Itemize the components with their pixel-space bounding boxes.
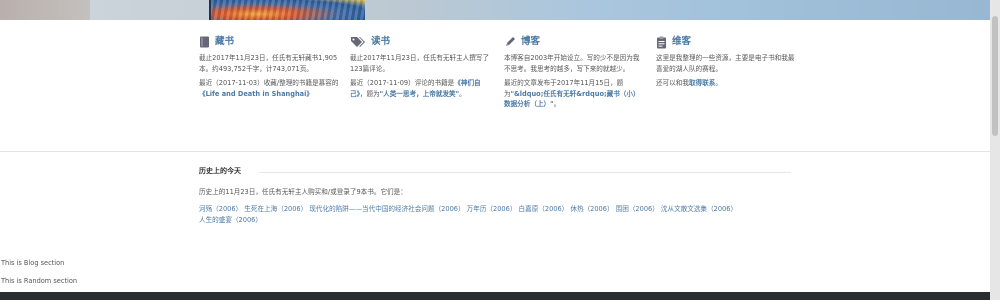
book-icon [200, 36, 209, 48]
collection-recent-book-link[interactable]: 《Life and Death in Shanghai》 [199, 90, 313, 98]
contact-link[interactable]: 取得联系 [689, 79, 715, 87]
blog-column: 博客 本博客自2003年开始设立。写的少不是因为我不思考。我思考的越多，写下来的… [504, 34, 644, 114]
collection-summary: 截止2017年11月23日，任氏有无轩藏书1,905本。约493,752千字，计… [199, 54, 338, 73]
page-footer [0, 292, 990, 300]
scrollbar-thumb[interactable] [992, 16, 998, 136]
on-this-day-description: 历史上的11月23日，任氏有无轩主人购买和/或登录了9本书。它们是： [199, 188, 407, 196]
wiki-heading: 维客 [656, 34, 796, 50]
on-this-day-title: 历史上的今天 [199, 166, 799, 178]
book-link[interactable]: 万年历（2006） [467, 205, 517, 213]
banner-left-image [0, 0, 90, 20]
section-divider [0, 151, 990, 152]
book-link[interactable]: 生死在上海（2006） [244, 205, 307, 213]
blog-summary: 本博客自2003年开始设立。写的少不是因为我不思考。我思考的越多，写下来的就越少… [504, 54, 640, 73]
reading-recent-review-link[interactable]: "人类一思考，上帝就发笑" [380, 90, 459, 98]
vertical-scrollbar[interactable] [990, 0, 1000, 300]
reading-summary: 截止2017年11月23日，任氏有无轩主人撰写了123篇评论。 [350, 54, 490, 73]
blog-heading: 博客 [504, 34, 644, 50]
title-rule [259, 172, 791, 173]
on-this-day-book-list: 河殇（2006） 生死在上海（2006） 现代化的陷阱——当代中国的经济社会问题… [199, 204, 799, 226]
reading-column: 读书 截止2017年11月23日，任氏有无轩主人撰写了123篇评论。 最近（20… [350, 34, 490, 103]
random-section-text: This is Random section [1, 277, 78, 285]
book-link[interactable]: 现代化的陷阱——当代中国的经济社会问题（2006） [309, 205, 464, 213]
reading-link[interactable]: 读书 [371, 36, 390, 48]
reading-recent: 最近（2017-11-09）评论的书籍是《神们自己》，题为"人类一思考，上帝就发… [350, 79, 481, 98]
collection-heading: 藏书 [199, 34, 339, 50]
blog-recent-post-link[interactable]: "&ldquo;任氏有无轩&rdquo;藏书（小）数据分析（上）" [504, 90, 640, 109]
wiki-column: 维客 这里是我整理的一些资源，主要是电子书和我最喜爱的湖人队的赛程。 还可以和我… [656, 34, 796, 93]
book-link[interactable]: 围困（2006） [616, 205, 659, 213]
collection-recent: 最近（2017-11-03）收藏/整理的书籍是慕容的《Life and Deat… [199, 79, 339, 98]
collection-column: 藏书 截止2017年11月23日，任氏有无轩藏书1,905本。约493,752千… [199, 34, 339, 103]
wiki-summary: 这里是我整理的一些资源，主要是电子书和我最喜爱的湖人队的赛程。 [656, 54, 795, 73]
tags-icon [351, 37, 365, 47]
banner-painting-image [209, 0, 365, 20]
collection-link[interactable]: 藏书 [215, 36, 234, 48]
book-link[interactable]: 白嘉原（2006） [519, 205, 569, 213]
book-link[interactable]: 休热（2006） [570, 205, 613, 213]
book-link[interactable]: 人生的盛宴（2006） [199, 216, 262, 224]
blog-section-text: This is Blog section [1, 259, 65, 267]
reading-heading: 读书 [350, 34, 490, 50]
blog-recent: 最近的文章发布于2017年11月15日，题为"&ldquo;任氏有无轩&rdqu… [504, 79, 640, 109]
book-link[interactable]: 河殇（2006） [199, 205, 242, 213]
wiki-link[interactable]: 维客 [672, 36, 691, 48]
header-banner [0, 0, 990, 20]
blog-link[interactable]: 博客 [521, 36, 540, 48]
wiki-contact: 还可以和我取得联系。 [656, 79, 722, 87]
clipboard-icon [657, 36, 666, 48]
pencil-icon [506, 37, 515, 46]
book-link[interactable]: 沈从文散文选集（2006） [661, 205, 737, 213]
on-this-day-section: 历史上的今天 历史上的11月23日，任氏有无轩主人购买和/或登录了9本书。它们是… [199, 166, 799, 226]
